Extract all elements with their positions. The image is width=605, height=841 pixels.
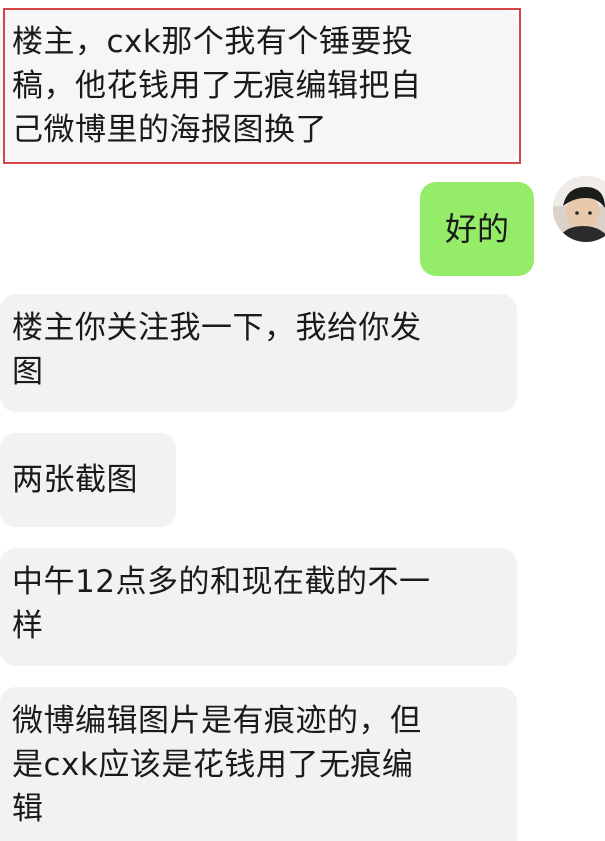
avatar[interactable] [553, 176, 605, 242]
message-bubble-2-outgoing[interactable]: 好的 [420, 182, 534, 276]
avatar-photo-icon [553, 176, 605, 242]
message-bubble-4[interactable]: 两张截图 [0, 433, 176, 527]
message-bubble-6[interactable]: 微博编辑图片是有痕迹的，但 是cxk应该是花钱用了无痕编 辑 [0, 687, 517, 841]
message-bubble-3[interactable]: 楼主你关注我一下，我给你发 图 [0, 294, 517, 412]
message-text-4: 两张截图 [12, 462, 138, 498]
message-bubble-5[interactable]: 中午12点多的和现在截的不一 样 [0, 548, 517, 666]
message-text-6: 微博编辑图片是有痕迹的，但 是cxk应该是花钱用了无痕编 辑 [12, 703, 422, 827]
message-text-3: 楼主你关注我一下，我给你发 图 [12, 310, 422, 390]
message-bubble-1[interactable]: 楼主，cxk那个我有个锤要投 稿，他花钱用了无痕编辑把自 己微博里的海报图换了 [0, 8, 518, 164]
message-text-5: 中午12点多的和现在截的不一 样 [12, 564, 431, 644]
message-text-2: 好的 [444, 210, 509, 248]
message-text-1: 楼主，cxk那个我有个锤要投 稿，他花钱用了无痕编辑把自 己微博里的海报图换了 [12, 24, 422, 148]
